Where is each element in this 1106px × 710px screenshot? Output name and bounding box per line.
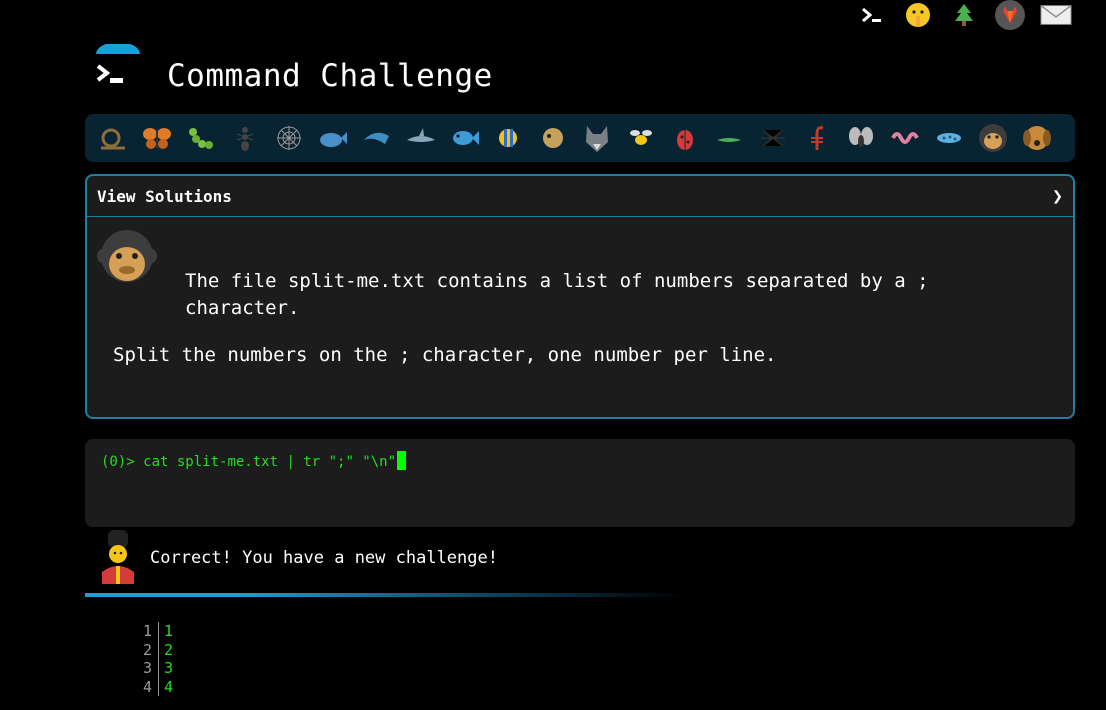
terminal-icon[interactable] [856, 1, 888, 29]
envelope-icon[interactable] [1040, 1, 1072, 29]
fish-icon[interactable] [443, 118, 487, 158]
butterfly-icon[interactable] [135, 118, 179, 158]
scorpion-icon[interactable] [795, 118, 839, 158]
top-nav [856, 0, 1072, 30]
output-row: 22 [138, 640, 174, 659]
command-terminal[interactable]: (0)> cat split-me.txt | tr ";" "\n" [85, 439, 1075, 527]
challenge-panel: View Solutions ❯ The file split-me.txt c… [85, 174, 1075, 419]
line-number: 3 [138, 659, 159, 678]
spider-web-icon[interactable] [267, 118, 311, 158]
output-value: 3 [164, 659, 174, 677]
ant-icon[interactable] [223, 118, 267, 158]
lizard-icon[interactable] [707, 118, 751, 158]
guardsman-icon [99, 530, 137, 584]
shark-icon[interactable] [399, 118, 443, 158]
snail-icon[interactable] [91, 118, 135, 158]
cursor [397, 451, 407, 470]
command-input[interactable]: cat split-me.txt | tr ";" "\n" [143, 454, 396, 470]
microbe-icon[interactable] [927, 118, 971, 158]
dog-icon[interactable] [1015, 118, 1059, 158]
gitlab-icon[interactable] [994, 0, 1026, 30]
chimpanzee-avatar-icon [95, 226, 159, 290]
tropical-fish-icon[interactable] [487, 118, 531, 158]
divider [85, 593, 685, 597]
feedback-message: Correct! You have a new challenge! [150, 548, 498, 568]
bee-icon[interactable] [619, 118, 663, 158]
output-value: 1 [164, 622, 174, 640]
whale-icon[interactable] [311, 118, 355, 158]
level-bar [85, 114, 1075, 162]
output-value: 2 [164, 640, 174, 659]
caterpillar-icon[interactable] [179, 118, 223, 158]
spider-icon[interactable] [751, 118, 795, 158]
view-solutions-toggle[interactable]: View Solutions ❯ [87, 176, 1073, 217]
fly-icon[interactable] [839, 118, 883, 158]
line-number: 4 [138, 677, 159, 696]
output-row: 11 [138, 622, 173, 641]
view-solutions-label: View Solutions [97, 186, 232, 206]
line-number: 2 [138, 640, 159, 659]
line-number: 1 [138, 622, 159, 641]
output-row: 44 [138, 677, 174, 696]
command-output: 11 22 33 44 [138, 622, 173, 696]
output-row: 33 [138, 659, 173, 678]
logo-icon[interactable] [94, 42, 142, 92]
challenge-description: The file split-me.txt contains a list of… [185, 270, 929, 319]
ladybug-icon[interactable] [663, 118, 707, 158]
dolphin-icon[interactable] [355, 118, 399, 158]
shushing-face-icon[interactable] [902, 1, 934, 29]
output-value: 4 [164, 677, 174, 696]
wolf-icon[interactable] [575, 118, 619, 158]
chimpanzee-icon[interactable] [971, 118, 1015, 158]
worm-icon[interactable] [883, 118, 927, 158]
prompt: (0)> [101, 454, 144, 470]
chevron-right-icon: ❯ [1052, 185, 1063, 207]
tree-icon[interactable] [948, 1, 980, 29]
blowfish-icon[interactable] [531, 118, 575, 158]
challenge-instruction: Split the numbers on the ; character, on… [113, 344, 777, 366]
page-title: Command Challenge [167, 58, 493, 94]
